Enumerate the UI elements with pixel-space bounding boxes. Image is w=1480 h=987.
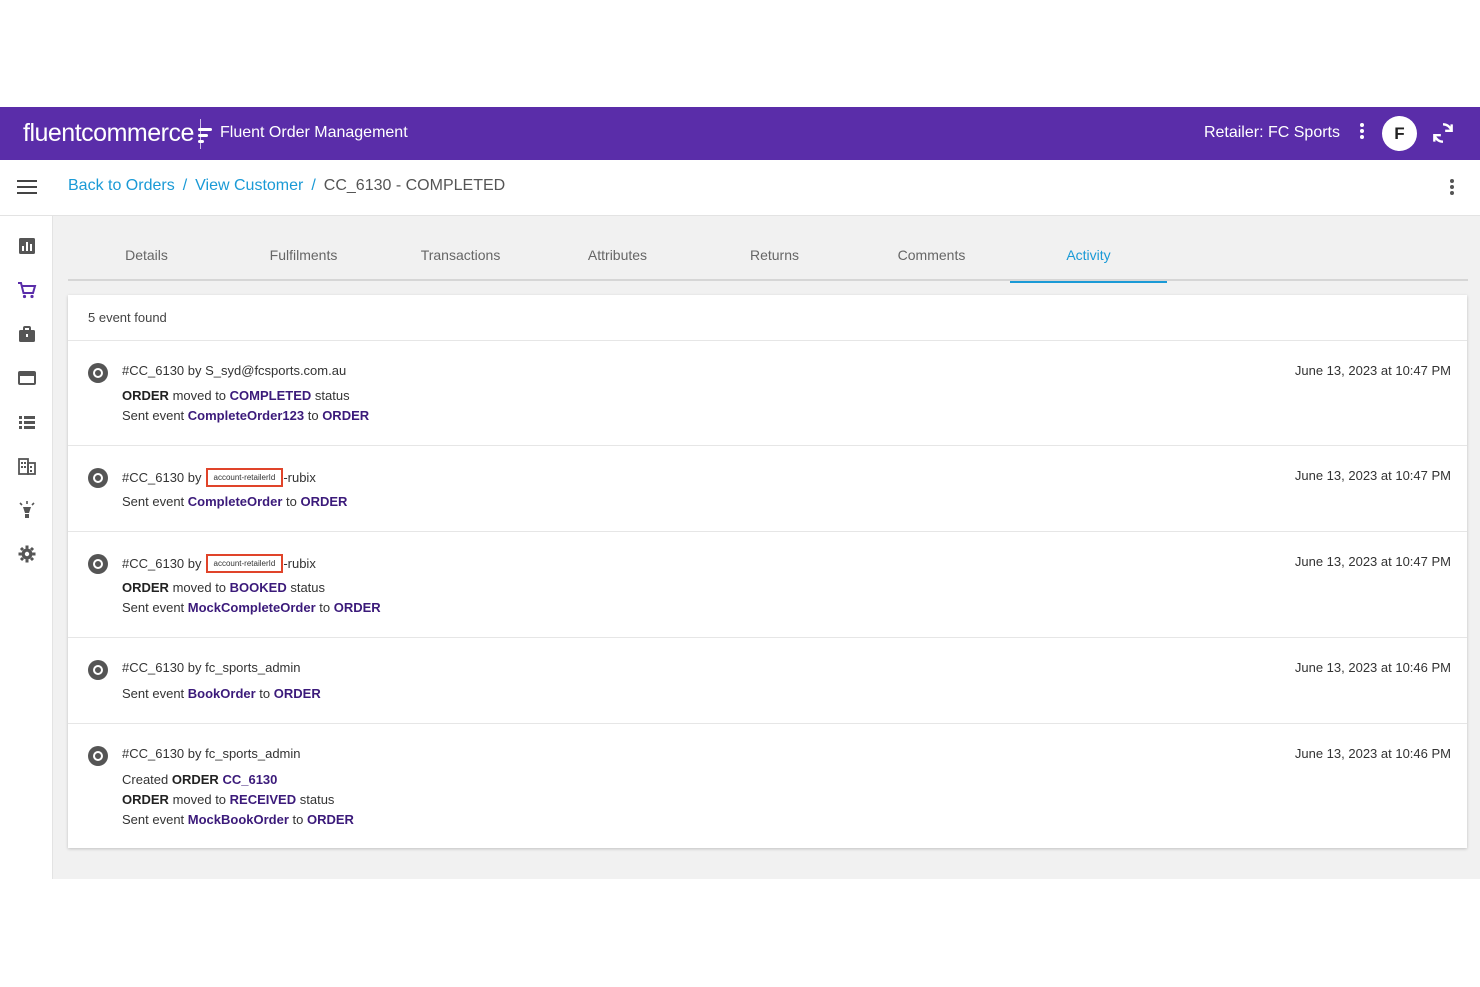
event-detail: Created ORDER CC_6130 (122, 772, 278, 787)
event-detail: Sent event CompleteOrder to ORDER (122, 494, 348, 509)
cart-icon[interactable] (17, 280, 37, 300)
list-icon[interactable] (17, 412, 37, 432)
breadcrumb-separator: / (182, 177, 188, 194)
tab-activity[interactable]: Activity (1010, 247, 1167, 283)
event-timestamp: June 13, 2023 at 10:47 PM (1294, 554, 1451, 569)
event-detail: ORDER moved to RECEIVED status (122, 792, 335, 807)
activity-event: #CC_6130 by account-retailerId -rubix Jun… (68, 445, 1467, 531)
event-status-icon (88, 554, 108, 574)
activity-event: #CC_6130 by fc_sports_admin June 13, 202… (68, 723, 1467, 848)
chart-icon[interactable] (17, 236, 37, 256)
tab-fulfilments[interactable]: Fulfilments (225, 247, 382, 281)
event-header: #CC_6130 by account-retailerId -rubix (122, 468, 316, 487)
breadcrumb-bar: Back to Orders / View Customer / CC_6130… (0, 160, 1480, 216)
logo-text-bold: commerce (81, 119, 194, 147)
event-status-icon (88, 468, 108, 488)
app-frame: fluent commerce Fluent Order Management R… (0, 107, 1480, 879)
breadcrumb-separator: / (311, 177, 316, 194)
header-more-icon[interactable] (1354, 121, 1370, 147)
fluent-commerce-logo: fluent commerce (23, 119, 212, 148)
event-status-icon (88, 746, 108, 766)
event-status-icon (88, 363, 108, 383)
event-timestamp: June 13, 2023 at 10:47 PM (1294, 363, 1451, 378)
event-header: #CC_6130 by fc_sports_admin (122, 660, 301, 675)
event-detail: ORDER moved to COMPLETED status (122, 388, 350, 403)
top-bar: fluent commerce Fluent Order Management R… (0, 107, 1480, 160)
retailer-selector[interactable]: Retailer: FC Sports (1204, 124, 1340, 142)
event-detail: ORDER moved to BOOKED status (122, 580, 326, 595)
event-timestamp: June 13, 2023 at 10:46 PM (1294, 746, 1451, 761)
refresh-icon[interactable] (1430, 120, 1456, 146)
tab-attributes[interactable]: Attributes (539, 247, 696, 281)
event-detail: Sent event MockBookOrder to ORDER (122, 812, 354, 827)
window-icon[interactable] (17, 368, 37, 388)
event-timestamp: June 13, 2023 at 10:47 PM (1294, 468, 1451, 483)
event-detail: Sent event BookOrder to ORDER (122, 686, 321, 701)
gear-icon[interactable] (17, 544, 37, 564)
activity-event: #CC_6130 by fc_sports_admin June 13, 202… (68, 637, 1467, 723)
header-divider (200, 119, 201, 149)
event-status-icon (88, 660, 108, 680)
redacted-account-box: account-retailerId (205, 554, 284, 573)
event-timestamp: June 13, 2023 at 10:46 PM (1294, 660, 1451, 675)
tab-returns[interactable]: Returns (696, 247, 853, 281)
lightbulb-icon[interactable] (17, 500, 37, 520)
breadcrumb: Back to Orders / View Customer / CC_6130… (68, 177, 505, 195)
menu-icon[interactable] (17, 180, 37, 196)
order-tabs: Details Fulfilments Transactions Attribu… (68, 240, 1468, 283)
breadcrumb-view-customer[interactable]: View Customer (195, 177, 303, 195)
activity-event: #CC_6130 by account-retailerId -rubix Jun… (68, 531, 1467, 637)
event-header: #CC_6130 by S_syd@fcsports.com.au (122, 363, 347, 378)
activity-event: #CC_6130 by S_syd@fcsports.com.au June 1… (68, 340, 1467, 445)
logo-text-light: fluent (23, 119, 82, 147)
breadcrumb-current-order: CC_6130 - COMPLETED (323, 177, 506, 194)
tab-transactions[interactable]: Transactions (382, 247, 539, 281)
activity-card: 5 event found #CC_6130 by S_syd@fcsports… (68, 295, 1467, 848)
breadcrumb-back-to-orders[interactable]: Back to Orders (68, 177, 175, 195)
tab-comments[interactable]: Comments (853, 247, 1010, 281)
briefcase-icon[interactable] (17, 324, 37, 344)
user-avatar[interactable]: F (1382, 116, 1417, 151)
page-more-icon[interactable] (1445, 177, 1459, 201)
event-detail: Sent event MockCompleteOrder to ORDER (122, 600, 381, 615)
building-icon[interactable] (17, 456, 37, 476)
event-header: #CC_6130 by fc_sports_admin (122, 746, 301, 761)
tab-details[interactable]: Details (68, 247, 225, 281)
event-count: 5 event found (88, 310, 167, 325)
redacted-account-box: account-retailerId (205, 468, 284, 487)
sidebar (0, 216, 53, 879)
app-name: Fluent Order Management (220, 124, 408, 141)
event-detail: Sent event CompleteOrder123 to ORDER (122, 408, 370, 423)
event-header: #CC_6130 by account-retailerId -rubix (122, 554, 316, 573)
